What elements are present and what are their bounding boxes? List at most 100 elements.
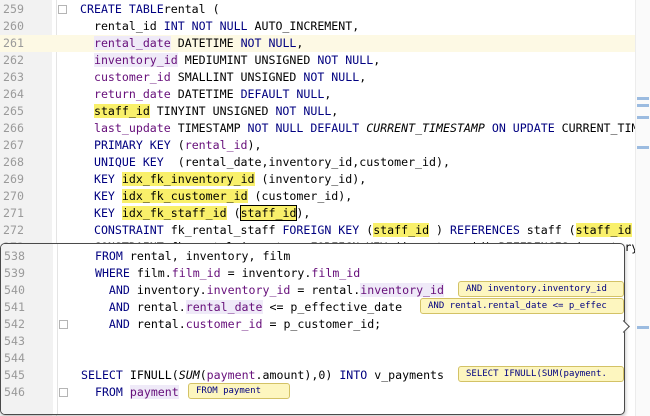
- code-line[interactable]: 267 PRIMARY KEY (rental_id),: [0, 137, 650, 154]
- code-line[interactable]: 264 return_date DATETIME DEFAULT NULL,: [0, 86, 650, 103]
- sql-keyword: CONSTRAINT: [93, 223, 164, 237]
- sql-identifier: idx_fk_customer_id: [121, 189, 248, 203]
- error-stripe-mark[interactable]: [637, 116, 649, 119]
- code-text[interactable]: inventory_id MEDIUMINT UNSIGNED NOT NULL…: [80, 52, 380, 69]
- sql-identifier: staff_id: [373, 223, 430, 237]
- code-token: = rental.: [290, 283, 361, 297]
- code-text[interactable]: CONSTRAINT fk_rental_staff FOREIGN KEY (…: [80, 222, 650, 239]
- sql-identifier: inventory_id: [206, 283, 291, 297]
- line-number: 538: [4, 249, 25, 263]
- code-text[interactable]: customer_id SMALLINT UNSIGNED NOT NULL,: [80, 69, 366, 86]
- sql-keyword: AND: [108, 283, 130, 297]
- sql-identifier: payment: [206, 368, 256, 382]
- line-number: 540: [4, 283, 25, 297]
- code-text[interactable]: CREATE TABLErental (: [80, 1, 220, 18]
- line-number: 545: [4, 368, 25, 382]
- code-token: film.: [129, 266, 172, 280]
- code-token: v_payments: [367, 368, 445, 382]
- code-text[interactable]: PRIMARY KEY (rental_id),: [80, 137, 262, 154]
- fold-marker-icon[interactable]: [58, 5, 67, 14]
- code-line[interactable]: 268 UNIQUE KEY (rental_date,inventory_id…: [0, 154, 650, 171]
- code-text[interactable]: UNIQUE KEY (rental_date,inventory_id,cus…: [80, 154, 450, 171]
- code-text[interactable]: SELECT IFNULL(SUM(payment.amount),0) INT…: [81, 367, 444, 384]
- code-line[interactable]: 266 last_update TIMESTAMP NOT NULL DEFAU…: [0, 120, 650, 137]
- code-token: (: [359, 223, 374, 237]
- line-number: 264: [3, 87, 24, 101]
- code-line[interactable]: 542 AND rental.customer_id = p_customer_…: [1, 316, 624, 333]
- code-line[interactable]: 538 FROM rental, inventory, film: [1, 248, 624, 265]
- sql-keyword: AND: [108, 300, 130, 314]
- code-line[interactable]: 544: [1, 350, 624, 367]
- quick-definition-popup[interactable]: 538 FROM rental, inventory, film 539 WHER…: [0, 243, 625, 415]
- code-token: rental (: [163, 2, 220, 16]
- code-text[interactable]: AND rental.rental_date <= p_effective_da…: [81, 299, 402, 316]
- code-text[interactable]: last_update TIMESTAMP NOT NULL DEFAULT C…: [80, 120, 650, 137]
- line-number: 268: [3, 155, 24, 169]
- error-stripe-mark[interactable]: [637, 104, 649, 107]
- code-token: rental.: [129, 317, 186, 331]
- code-line[interactable]: 265 staff_id TINYINT UNSIGNED NOT NULL,: [0, 103, 650, 120]
- code-line[interactable]: 272 CONSTRAINT fk_rental_staff FOREIGN K…: [0, 222, 650, 239]
- code-line[interactable]: 260 rental_id INT NOT NULL AUTO_INCREMEN…: [0, 18, 650, 35]
- code-token: rental.: [129, 300, 186, 314]
- code-text[interactable]: KEY idx_fk_inventory_id (inventory_id),: [80, 171, 366, 188]
- code-text[interactable]: AND inventory.inventory_id = rental.inve…: [81, 282, 444, 299]
- code-token: fk_rental_staff: [163, 223, 283, 237]
- code-line[interactable]: 271 KEY idx_fk_staff_id (staff_id),: [0, 205, 650, 222]
- code-text[interactable]: rental_date DATETIME NOT NULL,: [80, 35, 303, 52]
- code-token: (: [226, 206, 241, 220]
- code-line[interactable]: 261 rental_date DATETIME NOT NULL,: [0, 35, 650, 52]
- sql-keyword: NOT NULL: [317, 53, 374, 67]
- fold-marker-icon[interactable]: [59, 388, 68, 397]
- sql-keyword: CREATE TABLE: [80, 2, 164, 16]
- error-stripe-mark[interactable]: [637, 326, 649, 329]
- code-line[interactable]: 539 WHERE film.film_id = inventory.film_…: [1, 265, 624, 282]
- code-text[interactable]: FROM payment: [81, 384, 179, 401]
- sql-identifier: CURRENT_TIMESTAMP: [366, 121, 485, 135]
- code-token: IFNULL(: [122, 368, 179, 382]
- code-line[interactable]: 546 FROM payment: [1, 384, 624, 401]
- code-line[interactable]: 269 KEY idx_fk_inventory_id (inventory_i…: [0, 171, 650, 188]
- code-text[interactable]: AND rental.customer_id = p_customer_id;: [81, 316, 381, 333]
- sql-keyword: KEY: [93, 189, 115, 203]
- code-text[interactable]: FROM rental, inventory, film: [81, 248, 290, 265]
- sql-identifier: inventory_id: [360, 283, 444, 297]
- error-stripe-mark[interactable]: [637, 97, 649, 100]
- line-number: 265: [3, 104, 24, 118]
- code-text[interactable]: KEY idx_fk_staff_id (staff_id),: [80, 205, 310, 222]
- code-text[interactable]: rental_id INT NOT NULL AUTO_INCREMENT,: [80, 18, 359, 35]
- inlay-hint-3: SELECT IFNULL(SUM(payment.: [458, 366, 624, 382]
- code-text[interactable]: return_date DATETIME DEFAULT NULL,: [80, 86, 331, 103]
- code-token: ): [429, 223, 450, 237]
- code-text[interactable]: staff_id TINYINT UNSIGNED NOT NULL,: [80, 103, 338, 120]
- error-stripe-mark[interactable]: [637, 146, 649, 149]
- code-text[interactable]: WHERE film.film_id = inventory.film_id: [81, 265, 360, 282]
- code-text[interactable]: KEY idx_fk_customer_id (customer_id),: [80, 188, 352, 205]
- code-line[interactable]: 262 inventory_id MEDIUMINT UNSIGNED NOT …: [0, 52, 650, 69]
- line-number: 269: [3, 172, 24, 186]
- code-line[interactable]: 543: [1, 333, 624, 350]
- line-number: 267: [3, 138, 24, 152]
- editor-scrollbar[interactable]: [635, 0, 650, 416]
- line-number: 271: [3, 206, 24, 220]
- code-line[interactable]: 259 CREATE TABLErental (: [0, 1, 650, 18]
- sql-keyword: INTO: [339, 368, 368, 382]
- code-line[interactable]: 263 customer_id SMALLINT UNSIGNED NOT NU…: [0, 69, 650, 86]
- sql-identifier: staff_id: [575, 223, 632, 237]
- code-token: AUTO_INCREMENT,: [247, 19, 360, 33]
- sql-identifier: payment: [129, 385, 179, 399]
- line-number: 266: [3, 121, 24, 135]
- sql-identifier: last_update: [93, 121, 171, 135]
- code-token: ,: [324, 87, 332, 101]
- fold-marker-icon[interactable]: [59, 320, 68, 329]
- code-line[interactable]: 270 KEY idx_fk_customer_id (customer_id)…: [0, 188, 650, 205]
